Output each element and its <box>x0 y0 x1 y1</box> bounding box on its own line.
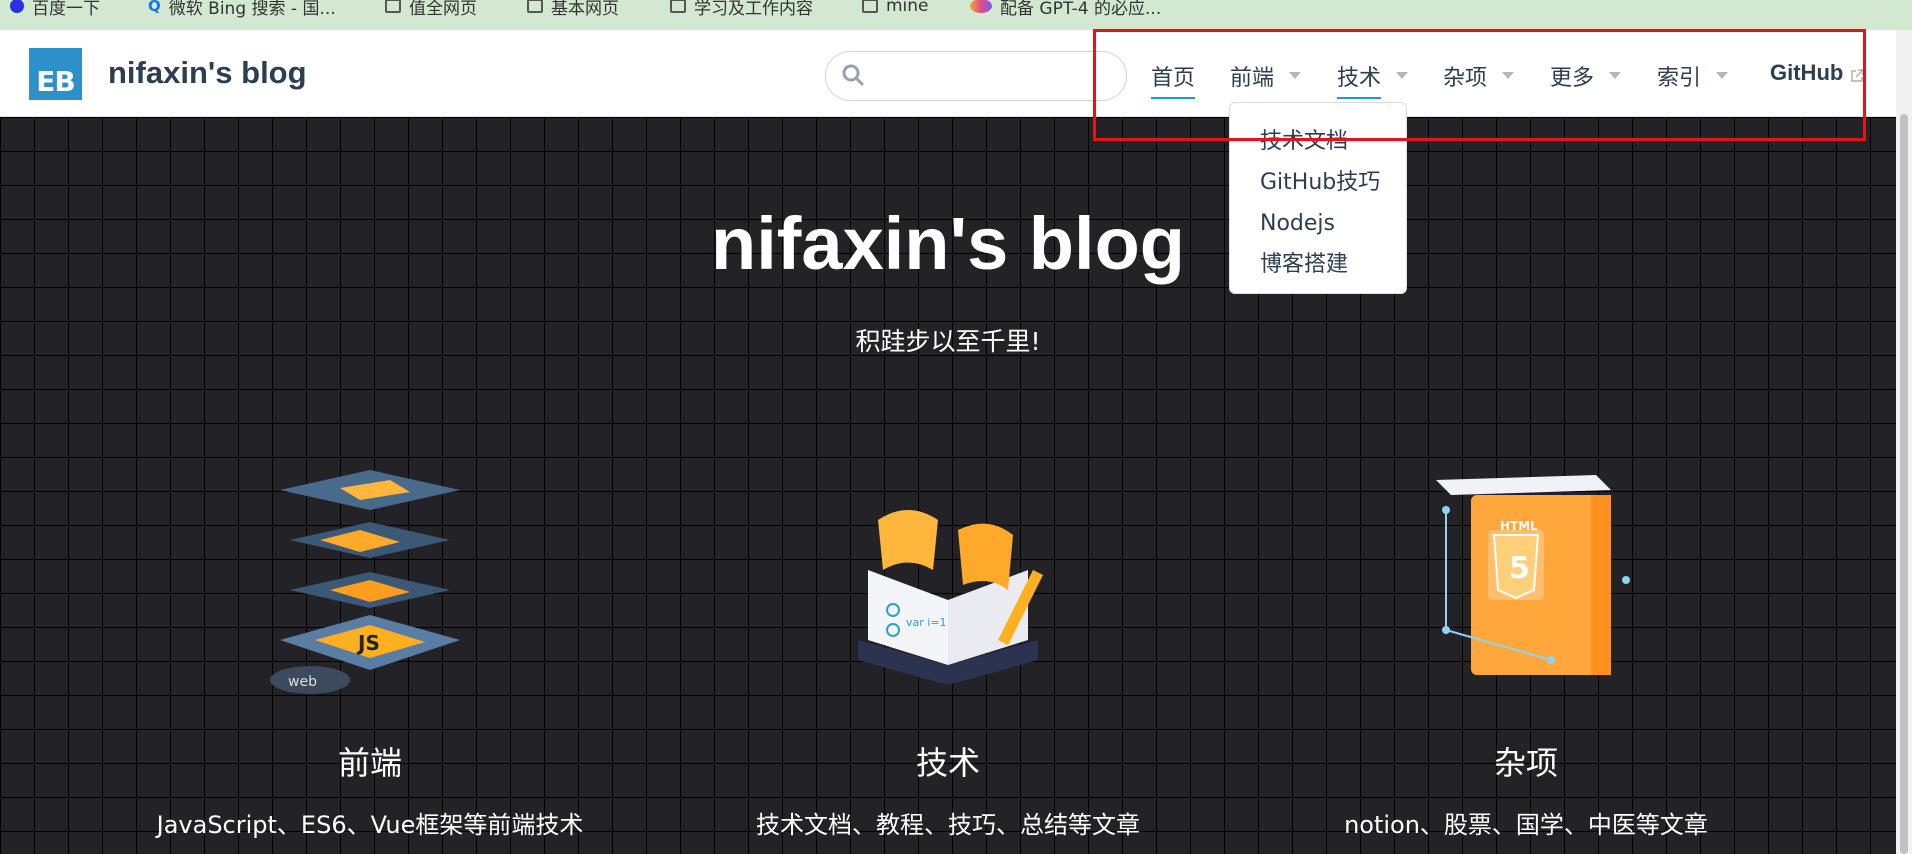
js-layers-illustration: JS web <box>270 470 460 694</box>
bookmark-folder[interactable]: 学习及工作内容 <box>670 0 813 19</box>
search-icon <box>842 64 864 86</box>
hero-subtitle: 积跬步以至千里! <box>855 327 1041 356</box>
svg-text:var i=1: var i=1 <box>906 616 947 629</box>
scrollbar-thumb[interactable] <box>1900 114 1908 854</box>
bookmark-bing[interactable]: Q 微软 Bing 搜索 - 国... <box>148 0 336 19</box>
folder-icon <box>670 0 686 13</box>
feature-description: JavaScript、ES6、Vue框架等前端技术 <box>156 811 584 839</box>
bookmarks-bar: 百度一下 Q 微软 Bing 搜索 - 国... 值全网页 基本网页 学习及工作内… <box>0 0 1912 30</box>
svg-text:5: 5 <box>1509 551 1530 586</box>
folder-icon <box>385 0 401 13</box>
copilot-icon <box>970 0 992 13</box>
html5-screen-illustration: HTML 5 <box>1436 475 1630 675</box>
feature-description: notion、股票、国学、中医等文章 <box>1344 811 1708 839</box>
bookmark-folder[interactable]: 值全网页 <box>385 0 477 19</box>
hero-title: nifaxin's blog <box>711 202 1185 285</box>
bookmark-baidu[interactable]: 百度一下 <box>10 0 100 19</box>
feature-frontend: JS web 前端 JavaScript、ES6、Vue框架等前端技术 <box>80 460 660 839</box>
bing-icon: Q <box>148 0 161 15</box>
annotation-highlight-box <box>1093 29 1866 141</box>
feature-description: 技术文档、教程、技巧、总结等文章 <box>756 811 1140 839</box>
feature-title: 技术 <box>915 744 980 782</box>
dropdown-item-github-tips[interactable]: GitHub技巧 <box>1230 162 1406 203</box>
feature-title: 前端 <box>337 744 402 782</box>
search-input[interactable] <box>825 51 1127 101</box>
svg-text:JS: JS <box>356 631 380 655</box>
feature-misc: HTML 5 杂项 notion、股票、国学、中医等文章 <box>1236 460 1816 839</box>
baidu-icon <box>10 0 24 13</box>
bookmark-folder[interactable]: mine <box>862 0 929 16</box>
svg-text:HTML: HTML <box>1500 519 1538 533</box>
feature-tech: var i=1 技术 技术文档、教程、技巧、总结等文章 <box>658 460 1238 839</box>
page-scrollbar[interactable] <box>1896 30 1912 854</box>
site-name[interactable]: nifaxin's blog <box>108 55 307 91</box>
bookmark-folder[interactable]: 基本网页 <box>527 0 619 19</box>
site-logo[interactable]: EB <box>29 48 82 100</box>
open-book-illustration: var i=1 <box>858 510 1043 685</box>
svg-text:web: web <box>288 674 317 690</box>
feature-title: 杂项 <box>1493 744 1558 782</box>
folder-icon <box>527 0 543 13</box>
bookmark-copilot[interactable]: 配备 GPT-4 的必应... <box>970 0 1161 19</box>
folder-icon <box>862 0 878 13</box>
